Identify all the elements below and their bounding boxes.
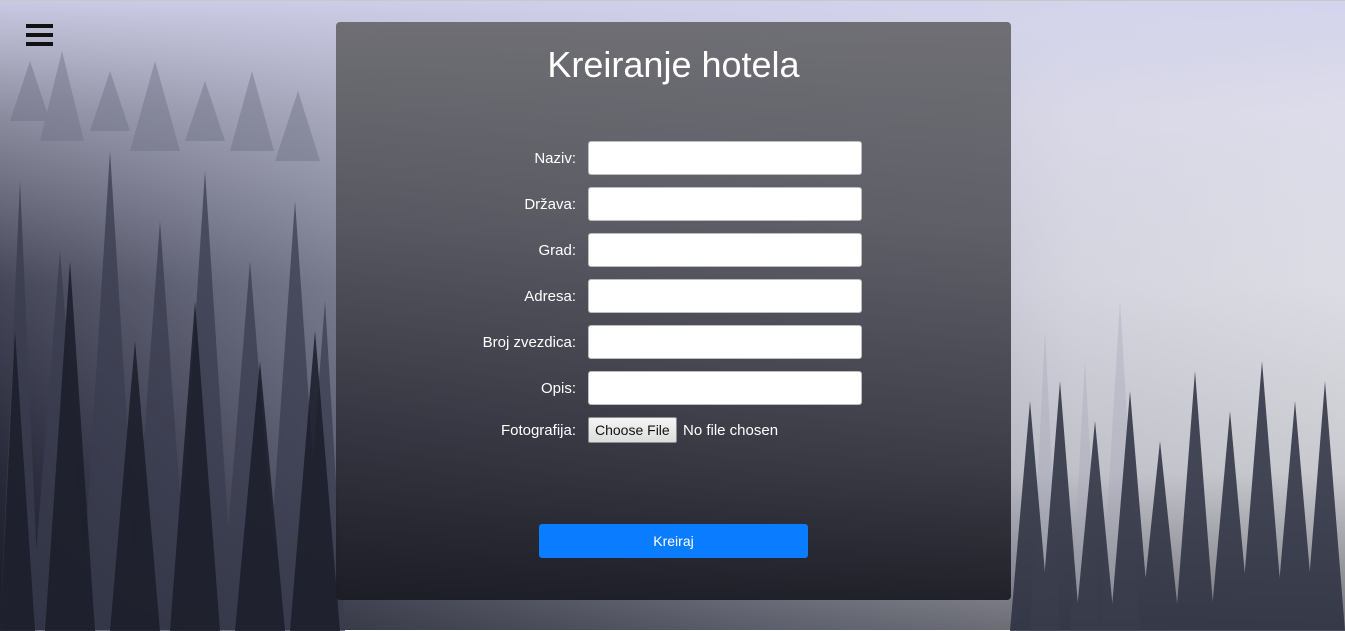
city-row: Grad: bbox=[336, 233, 1011, 267]
city-input[interactable] bbox=[588, 233, 862, 267]
choose-file-button[interactable]: Choose File bbox=[588, 417, 677, 443]
name-input[interactable] bbox=[588, 141, 862, 175]
stars-input[interactable] bbox=[588, 325, 862, 359]
create-hotel-panel: Kreiranje hotela Naziv: Država: Grad: Ad… bbox=[336, 22, 1011, 600]
file-status: No file chosen bbox=[683, 422, 779, 439]
country-label: Država: bbox=[524, 196, 576, 213]
stars-row: Broj zvezdica: bbox=[336, 325, 1011, 359]
page-title: Kreiranje hotela bbox=[547, 44, 800, 85]
stars-label: Broj zvezdica: bbox=[482, 334, 576, 351]
photo-row: Fotografija: Choose File No file chosen bbox=[336, 417, 1011, 451]
address-label: Adresa: bbox=[524, 288, 576, 305]
description-row: Opis: bbox=[336, 371, 1011, 405]
create-button[interactable]: Kreiraj bbox=[539, 524, 808, 558]
country-row: Država: bbox=[336, 187, 1011, 221]
name-label: Naziv: bbox=[534, 150, 576, 167]
description-label: Opis: bbox=[540, 380, 576, 397]
address-row: Adresa: bbox=[336, 279, 1011, 313]
description-input[interactable] bbox=[588, 371, 862, 405]
country-input[interactable] bbox=[588, 187, 862, 221]
city-label: Grad: bbox=[538, 242, 576, 259]
name-row: Naziv: bbox=[336, 141, 1011, 175]
photo-label: Fotografija: bbox=[500, 422, 576, 439]
address-input[interactable] bbox=[588, 279, 862, 313]
hamburger-menu-icon[interactable] bbox=[26, 24, 53, 46]
